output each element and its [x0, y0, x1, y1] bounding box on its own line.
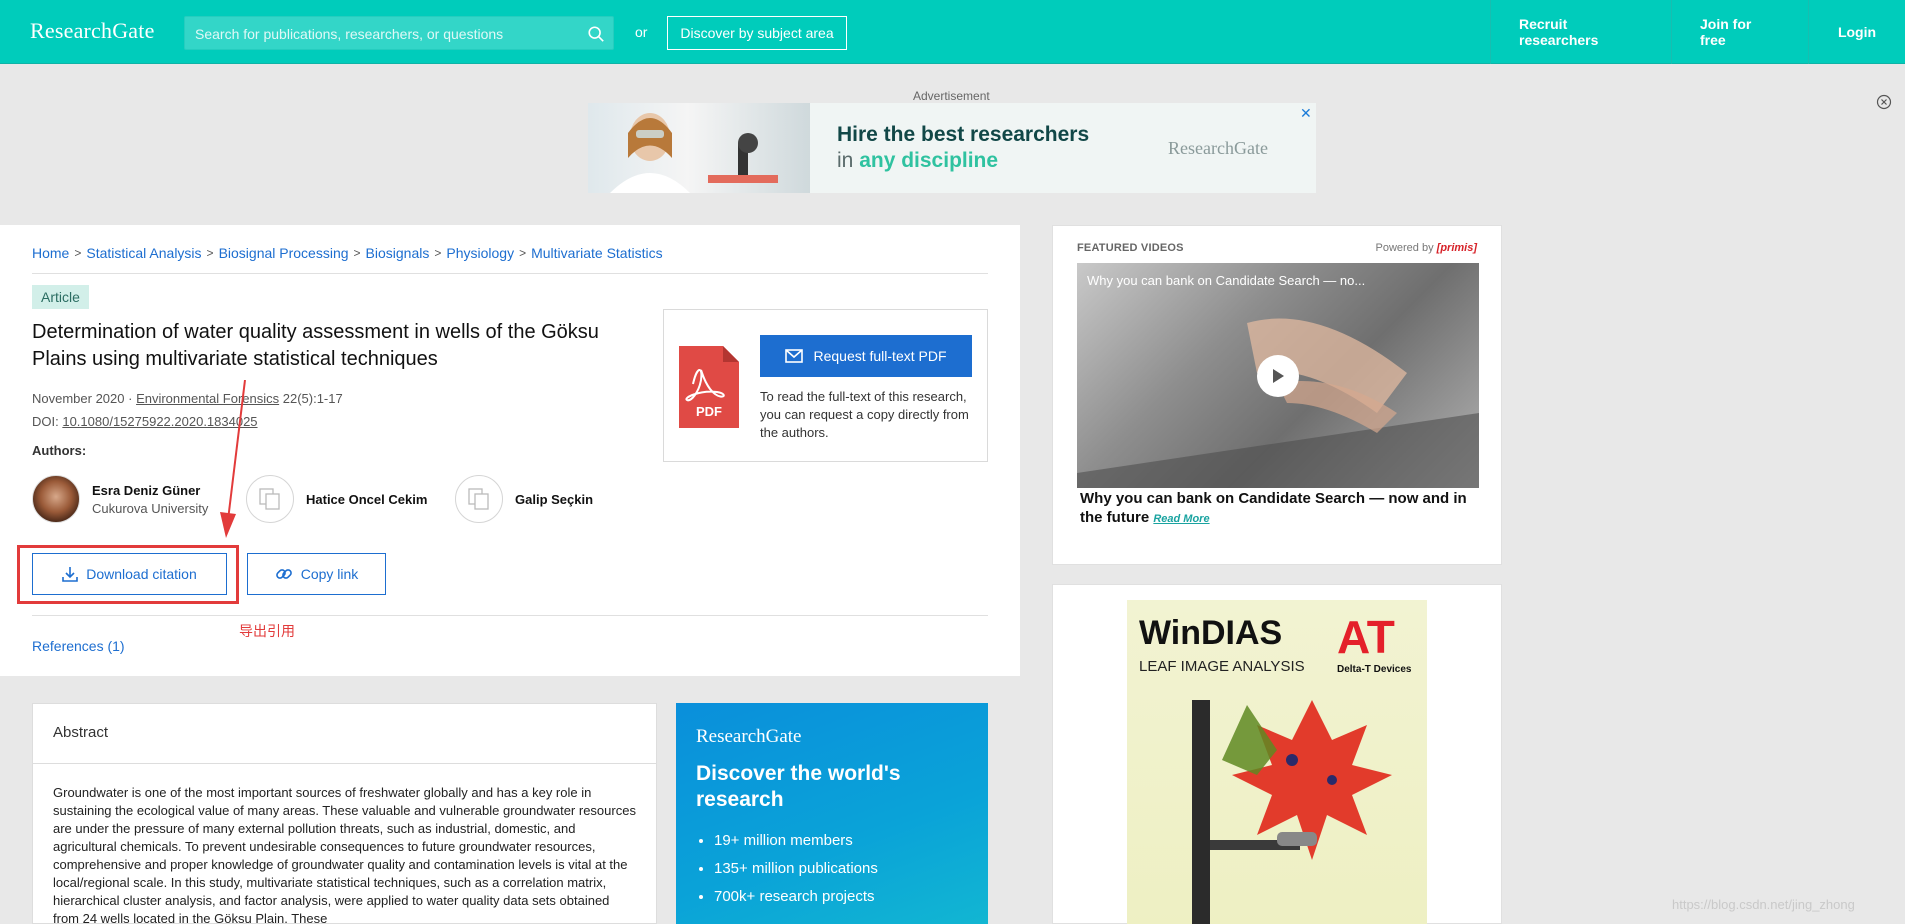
breadcrumb-physiology[interactable]: Physiology: [446, 245, 514, 261]
sidebar-ad-card: WinDIAS LEAF IMAGE ANALYSIS AT Delta-T D…: [1052, 584, 1502, 924]
breadcrumb: Home > Statistical Analysis > Biosignal Pr…: [32, 245, 663, 261]
breadcrumb-multivariate-statistics[interactable]: Multivariate Statistics: [531, 245, 662, 261]
ad-close-x-icon[interactable]: ✕: [1300, 105, 1312, 122]
video-caption: Why you can bank on Candidate Search — n…: [1080, 489, 1480, 529]
ad-subheadline: in any discipline: [837, 149, 998, 173]
divider: [32, 273, 988, 274]
chevron-right-icon: >: [74, 246, 82, 260]
author-placeholder-icon[interactable]: [455, 475, 503, 523]
play-icon[interactable]: [1257, 355, 1299, 397]
author-name[interactable]: Hatice Oncel Cekim: [306, 492, 427, 507]
search-input[interactable]: [195, 24, 575, 44]
read-more-link[interactable]: Read More: [1153, 513, 1209, 525]
login-link[interactable]: Login: [1808, 0, 1905, 64]
primis-logo: [primis]: [1436, 242, 1477, 254]
breadcrumb-home[interactable]: Home: [32, 245, 69, 261]
promo-logo: ResearchGate: [696, 726, 802, 747]
join-for-free-link[interactable]: Join for free: [1671, 0, 1808, 64]
journal-link[interactable]: Environmental Forensics: [136, 391, 279, 406]
close-ad-icon[interactable]: [1876, 94, 1892, 110]
ad-sub-prefix: in: [837, 149, 860, 172]
references-tab[interactable]: References (1): [32, 638, 125, 654]
advertisement-label: Advertisement: [913, 89, 990, 103]
promo-headline: Discover the world's research: [696, 762, 901, 811]
author-item[interactable]: Galip Seçkin: [455, 475, 593, 523]
promo-bullet: 135+ million publications: [714, 855, 878, 883]
search-box[interactable]: [184, 16, 614, 50]
powered-by: Powered by [primis]: [1376, 242, 1478, 254]
author-placeholder-icon[interactable]: [246, 475, 294, 523]
publication-meta: November 2020 · Environmental Forensics …: [32, 391, 343, 406]
author-item[interactable]: Esra Deniz Güner Cukurova University: [32, 475, 208, 523]
ad-banner[interactable]: Hire the best researchers in any discipl…: [588, 103, 1316, 193]
researchgate-logo[interactable]: ResearchGate: [30, 18, 155, 44]
breadcrumb-biosignal-processing[interactable]: Biosignal Processing: [219, 245, 349, 261]
breadcrumb-biosignals[interactable]: Biosignals: [366, 245, 430, 261]
request-full-text-label: Request full-text PDF: [813, 348, 947, 364]
annotation-arrow-icon: [220, 380, 246, 538]
promo-bullet: 19+ million members: [714, 827, 878, 855]
video-title-overlay[interactable]: Why you can bank on Candidate Search — n…: [1087, 273, 1365, 288]
abstract-heading: Abstract: [33, 704, 656, 764]
discover-by-subject-button[interactable]: Discover by subject area: [667, 16, 847, 50]
copy-link-button[interactable]: Copy link: [247, 553, 386, 595]
watermark: https://blog.csdn.net/jing_zhong: [1672, 897, 1855, 912]
windias-ad[interactable]: WinDIAS LEAF IMAGE ANALYSIS AT Delta-T D…: [1127, 600, 1427, 924]
top-navigation-bar: ResearchGate or Discover by subject area…: [0, 0, 1905, 64]
publication-date: November 2020 ·: [32, 391, 137, 406]
author-name[interactable]: Galip Seçkin: [515, 492, 593, 507]
mail-icon: [785, 349, 804, 363]
search-icon[interactable]: [587, 25, 605, 43]
promo-bullets: 19+ million members 135+ million publica…: [714, 827, 878, 911]
chevron-right-icon: >: [434, 246, 442, 260]
author-affiliation: Cukurova University: [92, 500, 209, 516]
author-avatar[interactable]: [32, 475, 80, 523]
pdf-file-icon: PDF: [679, 346, 739, 428]
ad-brand-logo: ResearchGate: [1168, 138, 1268, 158]
ad-headline: Hire the best researchers: [837, 123, 1090, 146]
pdf-icon-text: PDF: [696, 404, 722, 419]
featured-videos-label: FEATURED VIDEOS: [1077, 242, 1184, 254]
discover-research-promo[interactable]: ResearchGate Discover the world's resear…: [676, 703, 988, 924]
doi-label: DOI:: [32, 414, 63, 429]
copy-link-label: Copy link: [300, 566, 359, 582]
author-item[interactable]: Hatice Oncel Cekim: [246, 475, 427, 523]
ad-photo-researcher: [588, 103, 810, 193]
breadcrumb-statistical-analysis[interactable]: Statistical Analysis: [86, 245, 201, 261]
volume-pages: 22(5):1-17: [279, 391, 343, 406]
chevron-right-icon: >: [519, 246, 527, 260]
author-name[interactable]: Esra Deniz Güner: [92, 483, 208, 498]
link-icon: [275, 569, 292, 579]
chevron-right-icon: >: [353, 246, 361, 260]
article-type-badge: Article: [32, 285, 89, 309]
top-nav-links: Recruit researchers Join for free Login: [1490, 0, 1905, 64]
divider: [32, 615, 988, 616]
promo-bullet: 700k+ research projects: [714, 883, 878, 911]
powered-prefix: Powered by: [1375, 242, 1437, 254]
annotation-highlight-box: [17, 545, 239, 604]
pdf-request-box: PDF Request full-text PDF To read the fu…: [663, 309, 988, 462]
request-full-text-button[interactable]: Request full-text PDF: [760, 335, 972, 377]
chevron-right-icon: >: [206, 246, 214, 260]
recruit-researchers-link[interactable]: Recruit researchers: [1490, 0, 1671, 64]
request-description: To read the full-text of this research, …: [760, 389, 969, 440]
video-player[interactable]: Why you can bank on Candidate Search — n…: [1077, 263, 1479, 488]
abstract-text: Groundwater is one of the most important…: [53, 785, 636, 924]
abstract-card: Abstract Groundwater is one of the most …: [32, 703, 657, 924]
authors-label: Authors:: [32, 443, 87, 458]
video-caption-text: Why you can bank on Candidate Search — n…: [1080, 490, 1467, 526]
article-title: Determination of water quality assessmen…: [32, 321, 599, 370]
leaf-illustration: [1192, 700, 1392, 924]
or-text: or: [635, 24, 648, 40]
featured-videos-card: FEATURED VIDEOS Powered by [primis] Why …: [1052, 225, 1502, 565]
annotation-text: 导出引用: [239, 623, 295, 639]
ad-sub-highlight: any discipline: [859, 149, 999, 172]
